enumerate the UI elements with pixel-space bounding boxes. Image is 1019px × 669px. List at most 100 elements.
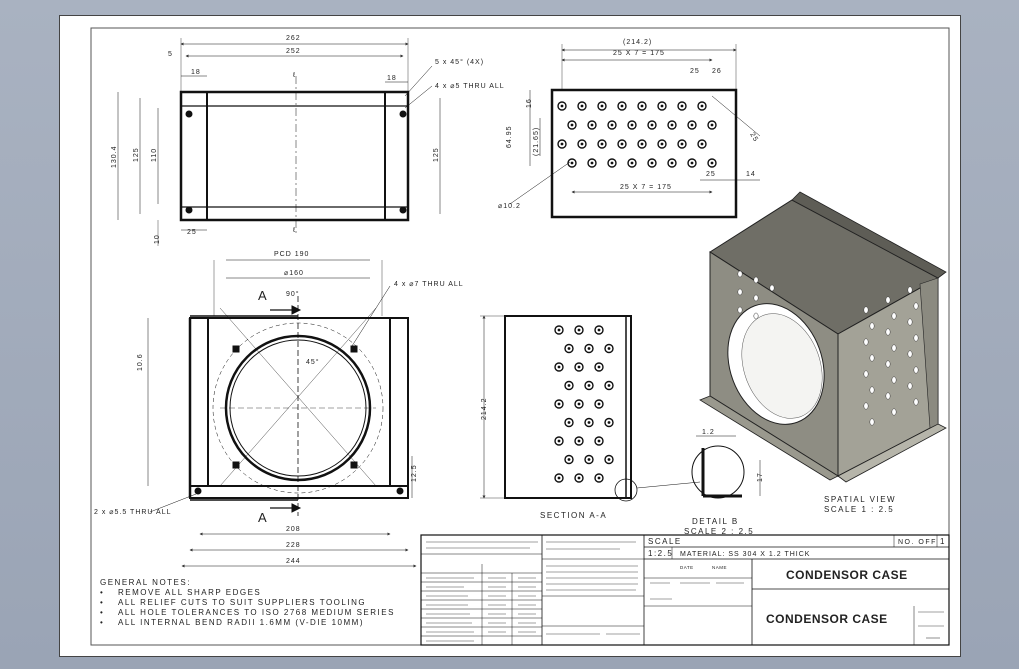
hole-center <box>590 161 594 165</box>
top-callout-holes: 4 x ⌀5 THRU ALL <box>435 83 505 90</box>
model-hole <box>891 312 897 320</box>
no-off-value: 1 <box>940 537 946 546</box>
hole-center <box>640 142 644 146</box>
hole-center <box>560 104 564 108</box>
model-hole <box>737 288 743 296</box>
side-dim-left-offset: 16 <box>526 98 533 108</box>
section-caption: SECTION A-A <box>540 511 607 520</box>
spatial-view-model <box>699 191 947 483</box>
hole-center <box>690 161 694 165</box>
note-item: ALL HOLE TOLERANCES TO ISO 2768 MEDIUM S… <box>118 608 395 617</box>
no-off-label: NO. OFF <box>898 539 937 546</box>
side-dim-pitch-a: 25 <box>690 68 700 75</box>
hole-center <box>557 402 561 406</box>
model-hole <box>891 376 897 384</box>
side-hole-pattern <box>557 101 717 168</box>
hole-center <box>660 104 664 108</box>
front-dim-foot: 12.5 <box>411 464 418 482</box>
top-dim-flange-left: 18 <box>191 69 201 76</box>
hole-center <box>680 104 684 108</box>
front-dim-angle-mid: 45° <box>306 358 320 366</box>
hole-center <box>620 142 624 146</box>
general-notes: GENERAL NOTES: • REMOVE ALL SHARP EDGES … <box>100 578 395 627</box>
model-hole <box>913 366 919 374</box>
hole-center <box>577 328 581 332</box>
top-dim-left-inset: 5 <box>168 51 173 58</box>
hole-center <box>680 142 684 146</box>
date-label: DATE <box>680 565 694 570</box>
detail-b <box>691 435 761 499</box>
spatial-caption-1: SPATIAL VIEW <box>824 495 896 504</box>
hole-center <box>557 439 561 443</box>
hole-center <box>640 104 644 108</box>
section-label-top: A <box>258 288 268 303</box>
section-view-outline <box>504 315 632 499</box>
hole-center <box>590 123 594 127</box>
section-hole-pattern <box>554 325 614 483</box>
side-dim-bottom-b: 14 <box>746 171 756 178</box>
top-dim-overall: 262 <box>286 35 301 42</box>
hole-center <box>597 365 601 369</box>
hole-center <box>700 104 704 108</box>
hole-center <box>570 161 574 165</box>
hole-center <box>597 402 601 406</box>
model-hole <box>913 334 919 342</box>
model-hole <box>913 398 919 406</box>
detail-caption-1: DETAIL B <box>692 517 739 526</box>
hole-center <box>567 384 571 387</box>
hole-center <box>577 402 581 406</box>
side-dim-vert-b: (21.65) <box>533 127 540 156</box>
hole-center <box>567 347 571 350</box>
hole-center <box>580 104 584 108</box>
front-dim-bore: ⌀160 <box>284 270 304 277</box>
hole-center <box>597 328 601 332</box>
model-hole <box>753 276 759 284</box>
section-view <box>480 315 701 502</box>
hole-center <box>597 476 601 480</box>
svg-text:•: • <box>100 608 104 617</box>
hole-center <box>610 161 614 165</box>
model-hole <box>885 360 891 368</box>
name-label: NAME <box>712 565 727 570</box>
hole-center <box>597 439 601 443</box>
front-dim-w1: 208 <box>286 526 301 533</box>
hole-center <box>607 421 611 424</box>
hole-center <box>557 328 561 332</box>
scale-value: 1:2.5 <box>648 549 673 558</box>
hole-center <box>577 439 581 443</box>
model-hole <box>769 284 775 292</box>
front-view <box>147 259 417 568</box>
svg-text:•: • <box>100 598 104 607</box>
side-dim-diag-pitch: 25 <box>748 132 759 144</box>
hole-center <box>660 142 664 146</box>
hole-center <box>607 347 611 350</box>
top-dim-flange-right: 18 <box>387 75 397 82</box>
side-dim-pattern-bottom: 25 X 7 = 175 <box>620 184 672 191</box>
spatial-caption-2: SCALE 1 : 2.5 <box>824 505 894 514</box>
model-hole <box>907 318 913 326</box>
front-dim-height: 10.6 <box>137 353 144 371</box>
model-hole <box>885 296 891 304</box>
model-hole <box>753 294 759 302</box>
top-dim-height-mid: 125 <box>133 147 140 162</box>
hole-center <box>670 161 674 165</box>
model-hole <box>753 312 759 320</box>
top-dim-height-outer: 130.4 <box>111 145 118 168</box>
drawing-canvas: 262 252 5 18 18 5 x 45° (4X) 4 x ⌀5 THRU… <box>90 27 950 646</box>
hole-center <box>567 421 571 424</box>
section-label-bottom: A <box>258 510 268 525</box>
detail-dim-thick: 1.2 <box>702 429 715 436</box>
model-hole <box>737 270 743 278</box>
front-dim-angle-top: 90° <box>286 290 300 298</box>
hole-center <box>670 123 674 127</box>
model-hole <box>885 392 891 400</box>
hole-center <box>710 161 714 165</box>
front-callout-holes: 4 x ⌀7 THRU ALL <box>394 281 464 288</box>
hole-center <box>577 365 581 369</box>
hole-center <box>557 365 561 369</box>
hole-center <box>607 384 611 387</box>
top-callout-chamfer: 5 x 45° (4X) <box>435 58 484 66</box>
svg-text:•: • <box>100 618 104 627</box>
hole-center <box>690 123 694 127</box>
top-centerline-mark-top: ℓ <box>292 72 296 79</box>
